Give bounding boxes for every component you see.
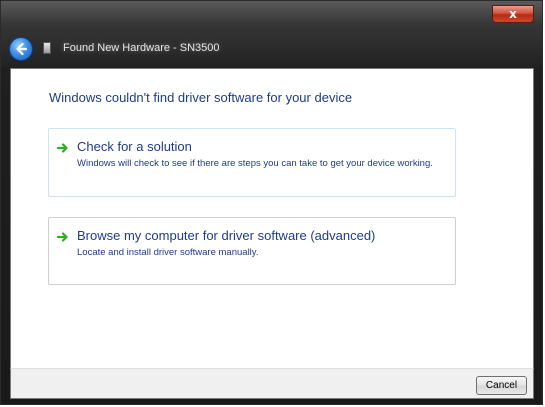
green-arrow-icon	[57, 232, 68, 242]
page-heading: Windows couldn't find driver software fo…	[49, 90, 353, 105]
option-check-for-solution[interactable]: Check for a solution Windows will check …	[48, 128, 456, 197]
close-icon: x	[509, 7, 517, 21]
option-browse-computer[interactable]: Browse my computer for driver software (…	[48, 217, 456, 285]
green-arrow-icon	[57, 143, 68, 153]
option-title: Check for a solution	[77, 139, 192, 154]
title-bar	[1, 1, 542, 67]
dialog-footer: Cancel	[10, 368, 534, 399]
content-area: Windows couldn't find driver software fo…	[10, 68, 534, 369]
close-button[interactable]: x	[492, 5, 534, 23]
back-button[interactable]	[9, 37, 33, 61]
back-arrow-icon	[16, 42, 28, 56]
hardware-icon	[43, 42, 51, 54]
option-description: Locate and install driver software manua…	[77, 247, 259, 258]
window-title: Found New Hardware - SN3500	[63, 42, 220, 54]
dialog-window: x Found New Hardware - SN3500 Windows co…	[0, 0, 543, 405]
cancel-button[interactable]: Cancel	[476, 376, 527, 395]
option-description: Windows will check to see if there are s…	[77, 158, 433, 169]
option-title: Browse my computer for driver software (…	[77, 228, 376, 243]
